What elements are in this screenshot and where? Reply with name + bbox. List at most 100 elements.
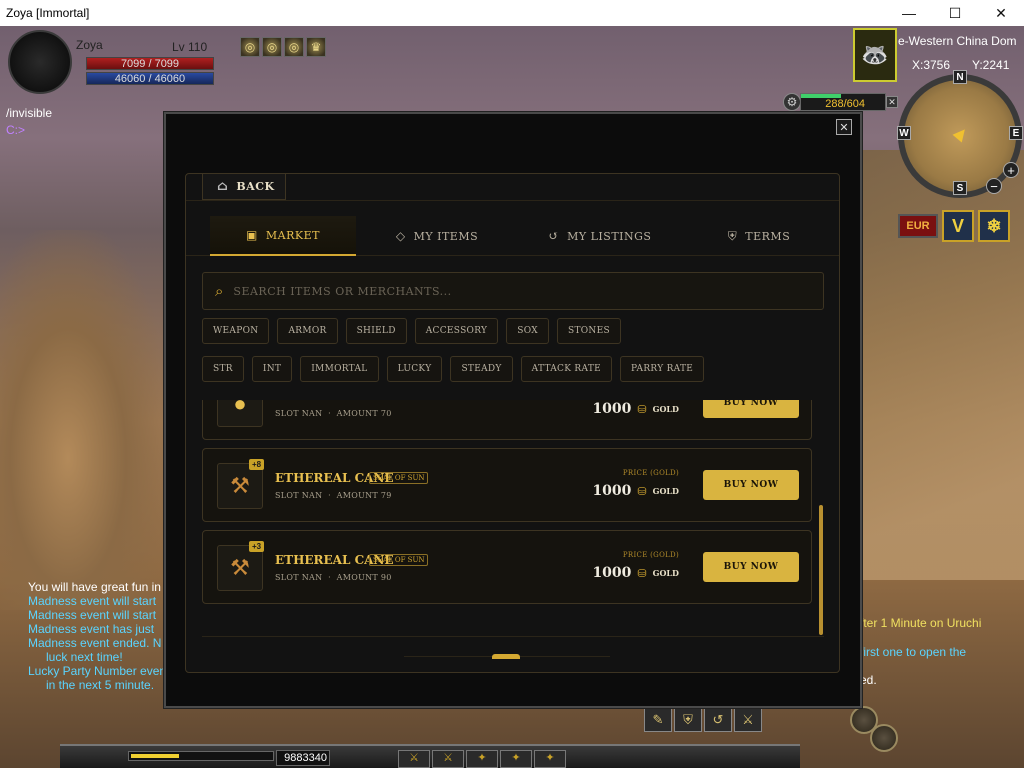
chat-log-left: You will have great fun in Madness event…: [28, 580, 168, 692]
price-label: PRICE (GOLD): [622, 469, 679, 477]
buy-now-button[interactable]: BUY NOW: [703, 470, 799, 500]
menu-round-button[interactable]: [870, 724, 898, 752]
gauge-text: 288/604: [825, 98, 865, 110]
stat-filters: STR INT IMMORTAL LUCKY STEADY ATTACK RAT…: [202, 356, 705, 382]
filter-chip-lucky[interactable]: LUCKY: [386, 356, 443, 382]
price-value: 1000: [592, 483, 632, 499]
filter-chip-sox[interactable]: SOX: [506, 318, 549, 344]
pet-portrait[interactable]: 🦝: [853, 28, 897, 82]
coins-icon: ⛁: [637, 485, 647, 498]
chat-line: in the next 5 minute.: [46, 678, 155, 692]
listing-meta: SLOT NAN · AMOUNT 90: [275, 573, 392, 582]
window-title: Zoya [Immortal]: [6, 6, 90, 20]
player-level: Lv 110: [172, 40, 208, 54]
close-window-button[interactable]: ✕: [978, 0, 1024, 26]
filter-chip-weapon[interactable]: WEAPON: [202, 318, 270, 344]
minimize-button[interactable]: —: [886, 0, 932, 26]
listing-scrollbar[interactable]: [819, 505, 823, 635]
armor-skill-icon[interactable]: ⛨: [674, 708, 702, 732]
filter-chip-armor[interactable]: ARMOR: [277, 318, 338, 344]
search-input[interactable]: [233, 284, 794, 298]
ring-buff-icon[interactable]: ◎: [284, 37, 304, 57]
hook-skill-icon[interactable]: ↺: [704, 708, 732, 732]
filter-chip-steady[interactable]: STEADY: [450, 356, 513, 382]
pagination-indicator[interactable]: [492, 654, 520, 659]
filter-chip-shield[interactable]: SHIELD: [345, 318, 407, 344]
tab-label: MY ITEMS: [413, 229, 479, 243]
price-currency: GOLD: [652, 568, 679, 578]
zoom-in-button[interactable]: +: [1003, 162, 1019, 178]
filter-chip-immortal[interactable]: IMMORTAL: [300, 356, 379, 382]
crown-buff-icon[interactable]: ♛: [306, 37, 326, 57]
back-button[interactable]: ⌂ BACK: [202, 174, 286, 200]
compass-north: N: [953, 70, 967, 84]
compass-west: W: [897, 126, 911, 140]
price-value: 1000: [592, 401, 632, 417]
maximize-button[interactable]: ☐: [932, 0, 978, 26]
experience-fill: [131, 754, 179, 758]
ring-buff-icon[interactable]: ◎: [240, 37, 260, 57]
skill-row: ✎ ⛨ ↺ ⚔: [644, 708, 762, 732]
weapon-skill-icon[interactable]: ⚔: [734, 708, 762, 732]
price-currency: GOLD: [652, 486, 679, 496]
tab-my-items[interactable]: ◇ MY ITEMS: [364, 216, 510, 256]
search-icon: ⌕: [215, 282, 224, 300]
buff-bar: ◎ ◎ ◎ ♛: [240, 37, 326, 57]
filter-chip-parry-rate[interactable]: PARRY RATE: [620, 356, 705, 382]
settings-gear-icon[interactable]: ⚙: [783, 93, 801, 111]
quick-slot[interactable]: ✦: [500, 750, 532, 768]
enhance-badge: +3: [249, 541, 265, 552]
player-portrait[interactable]: [8, 30, 72, 94]
status-command: /invisible: [6, 106, 53, 120]
listing-meta: SLOT NAN · AMOUNT 70: [275, 409, 392, 418]
status-prompt: C:>: [6, 123, 26, 137]
hp-bar: 7099 / 7099: [86, 57, 214, 70]
filter-chip-str[interactable]: STR: [202, 356, 244, 382]
chat-line: first one to open the: [860, 645, 967, 659]
tab-label: MY LISTINGS: [567, 229, 652, 243]
listing-price: 1000 ⛁ GOLD: [592, 483, 679, 499]
home-icon: ⌂: [217, 179, 229, 194]
listing-list: ● SLOT NAN · AMOUNT 70 1000 ⛁ GOLD BUY N…: [186, 400, 839, 638]
filter-chip-accessory[interactable]: ACCESSORY: [414, 318, 499, 344]
tab-market[interactable]: ▣ MARKET: [210, 216, 356, 256]
snowflake-icon[interactable]: ❄: [978, 210, 1010, 242]
experience-bar: [128, 751, 274, 761]
buy-now-button[interactable]: BUY NOW: [703, 400, 799, 418]
quick-slot[interactable]: ⚔: [432, 750, 464, 768]
quick-slot[interactable]: ✦: [534, 750, 566, 768]
tab-my-listings[interactable]: ↺ MY LISTINGS: [520, 216, 680, 256]
window-titlebar: Zoya [Immortal] — ☐ ✕: [0, 0, 1024, 26]
vip-icon[interactable]: V: [942, 210, 974, 242]
quick-slot[interactable]: ⚔: [398, 750, 430, 768]
filter-chip-int[interactable]: INT: [251, 356, 293, 382]
search-box: ⌕: [202, 272, 824, 310]
event-badge-icon[interactable]: EUR: [898, 214, 938, 238]
zoom-out-button[interactable]: −: [986, 178, 1002, 194]
scroll-skill-icon[interactable]: ✎: [644, 708, 672, 732]
chat-line: Madness event will start: [28, 594, 157, 608]
filter-chip-attack-rate[interactable]: ATTACK RATE: [520, 356, 612, 382]
ring-buff-icon[interactable]: ◎: [262, 37, 282, 57]
chat-line: luck next time!: [46, 650, 123, 664]
chat-line: Madness event ended. N: [28, 636, 162, 650]
coord-y: Y:2241: [972, 58, 1010, 72]
tab-terms[interactable]: ⛨ TERMS: [686, 216, 832, 256]
hud-icon-row: EUR V ❄: [898, 210, 1010, 242]
back-label: BACK: [236, 180, 275, 193]
shield-icon: ⛨: [727, 228, 738, 243]
listing-meta: SLOT NAN · AMOUNT 79: [275, 491, 392, 500]
gauge: 288/604: [800, 93, 886, 111]
coin-item-icon: ●: [217, 400, 263, 427]
listing-item: ● SLOT NAN · AMOUNT 70 1000 ⛁ GOLD BUY N…: [202, 400, 812, 440]
quick-slot[interactable]: ✦: [466, 750, 498, 768]
chat-line: Madness event will start: [28, 608, 157, 622]
mp-bar: 46060 / 46060: [86, 72, 214, 85]
close-gauge-icon[interactable]: ✕: [886, 96, 898, 108]
chat-line: ed.: [860, 673, 877, 687]
close-icon[interactable]: ✕: [836, 119, 852, 135]
bag-icon: ▣: [246, 228, 258, 242]
filter-chip-stones[interactable]: STONES: [556, 318, 621, 344]
buy-now-button[interactable]: BUY NOW: [703, 552, 799, 582]
tab-label: MARKET: [265, 228, 320, 242]
